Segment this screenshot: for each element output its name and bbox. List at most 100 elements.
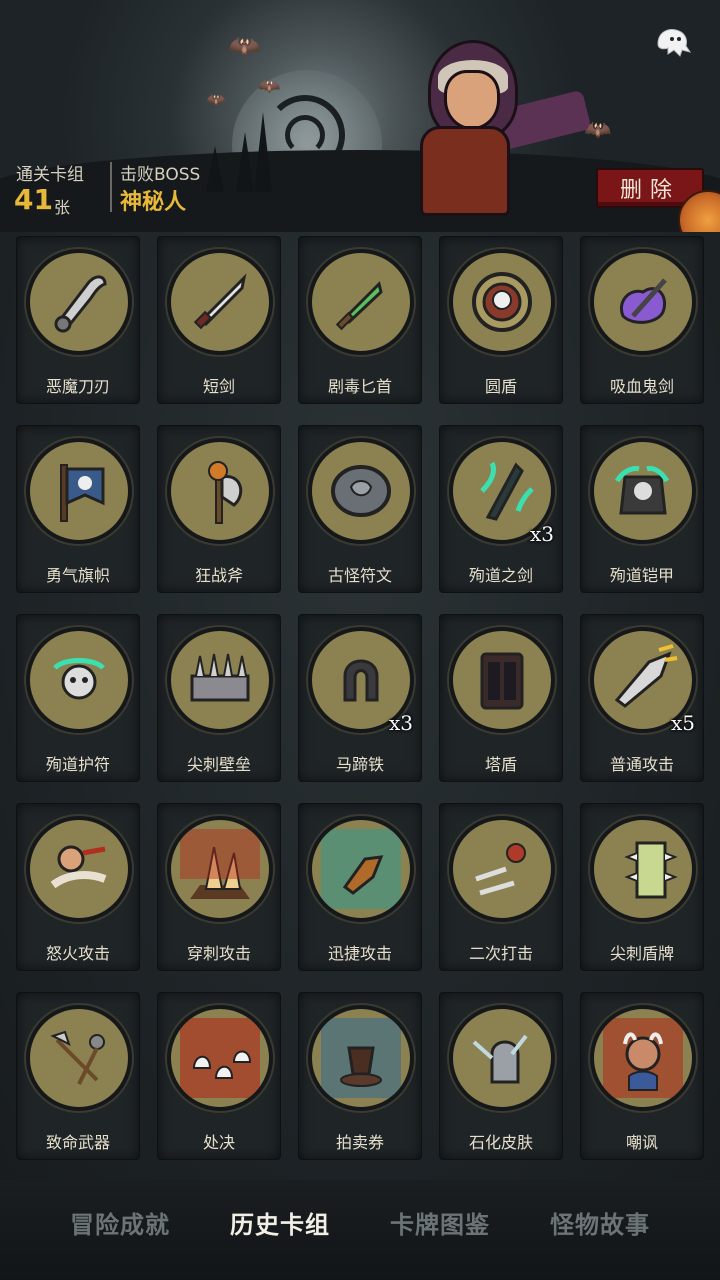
card-item[interactable]: 石化皮肤	[439, 992, 563, 1160]
card-item[interactable]: 尖刺盾牌	[580, 803, 704, 971]
card-name: 二次打击	[468, 944, 533, 963]
card-name: 尖刺盾牌	[609, 944, 674, 963]
bat-icon: 🦇	[206, 90, 226, 109]
nav-tab-2[interactable]: 卡牌图鉴	[390, 1205, 490, 1240]
nav-tab-3[interactable]: 怪物故事	[550, 1205, 650, 1240]
ghost-menu-button[interactable]	[650, 22, 694, 62]
card-count-badge: x3	[529, 522, 554, 546]
deck-count: 41	[14, 183, 53, 216]
card-count-badge: x3	[388, 711, 413, 735]
strange-rune-icon	[331, 465, 391, 517]
card-item[interactable]: 殉道护符	[16, 614, 140, 782]
card-name: 致命武器	[45, 1133, 110, 1152]
card-name: 嘲讽	[625, 1133, 658, 1152]
deck-label: 通关卡组	[16, 165, 84, 185]
card-art	[449, 627, 555, 733]
petrify-skin-icon	[472, 1034, 528, 1084]
card-name: 殉道护符	[45, 755, 110, 774]
nav-tab-0[interactable]: 冒险成就	[70, 1205, 170, 1240]
vampire-sword-icon	[620, 278, 667, 324]
card-art	[26, 627, 132, 733]
card-art	[26, 816, 132, 922]
tree-silhouette	[254, 112, 272, 192]
bat-icon: 🦇	[228, 32, 261, 62]
card-name: 殉道之剑	[468, 566, 533, 585]
card-item[interactable]: 二次打击	[439, 803, 563, 971]
card-name: 拍卖券	[335, 1133, 384, 1152]
card-name: 穿刺攻击	[186, 944, 251, 963]
boss-label: 击败BOSS	[120, 165, 201, 185]
normal-attack-icon	[614, 644, 678, 708]
card-count-badge: x5	[670, 711, 695, 735]
card-item[interactable]: 穿刺攻击	[157, 803, 281, 971]
card-item[interactable]: 古怪符文	[298, 425, 422, 593]
card-art	[449, 249, 555, 355]
card-name: 圆盾	[484, 377, 517, 396]
boss-name: 神秘人	[120, 190, 187, 215]
card-item[interactable]: 致命武器	[16, 992, 140, 1160]
card-item[interactable]: 拍卖券	[298, 992, 422, 1160]
card-name: 狂战斧	[194, 566, 243, 585]
bottom-nav: 冒险成就 历史卡组 卡牌图鉴 怪物故事	[0, 1180, 720, 1280]
spike-barrier-icon	[190, 653, 250, 702]
bat-icon: 🦇	[258, 76, 281, 97]
tree-silhouette	[236, 132, 254, 192]
card-item[interactable]: 吸血鬼剑	[580, 236, 704, 404]
card-art	[449, 816, 555, 922]
card-item[interactable]: 短剑	[157, 236, 281, 404]
card-grid: 恶魔刀刃 短剑 剧毒匕首 圆盾 吸血鬼剑勇气旗帜 狂战斧 古怪符文 殉道之剑 x3 殉道铠甲殉道护…	[16, 236, 704, 1180]
card-grid-scroll[interactable]: 恶魔刀刃 短剑 剧毒匕首 圆盾 吸血鬼剑勇气旗帜 狂战斧 古怪符文 殉道之剑 x3 殉道铠甲殉道护…	[0, 232, 720, 1180]
card-name: 石化皮肤	[468, 1133, 533, 1152]
card-art	[167, 816, 273, 922]
card-name: 吸血鬼剑	[609, 377, 674, 396]
card-art	[26, 249, 132, 355]
card-name: 剧毒匕首	[327, 377, 392, 396]
card-name: 马蹄铁	[335, 755, 384, 774]
card-art	[590, 1005, 696, 1111]
spike-shield-icon	[624, 841, 678, 899]
card-art	[308, 816, 414, 922]
card-art	[26, 438, 132, 544]
card-art	[26, 1005, 132, 1111]
card-item[interactable]: 殉道铠甲	[580, 425, 704, 593]
card-item[interactable]: 剧毒匕首	[298, 236, 422, 404]
card-item[interactable]: 塔盾	[439, 614, 563, 782]
card-name: 处决	[202, 1133, 235, 1152]
swift-attack-icon	[321, 829, 401, 909]
card-item[interactable]: 马蹄铁 x3	[298, 614, 422, 782]
nav-tab-1[interactable]: 历史卡组	[230, 1205, 330, 1240]
auction-ticket-icon	[321, 1018, 401, 1098]
card-item[interactable]: 迅捷攻击	[298, 803, 422, 971]
pierce-attack-icon	[180, 829, 260, 899]
spiral-inner-decoration	[285, 115, 325, 155]
card-item[interactable]: 圆盾	[439, 236, 563, 404]
martyr-armor-icon	[614, 466, 670, 515]
card-item[interactable]: 普通攻击 x5	[580, 614, 704, 782]
card-name: 塔盾	[484, 755, 517, 774]
card-item[interactable]: 恶魔刀刃	[16, 236, 140, 404]
card-item[interactable]: 尖刺壁垒	[157, 614, 281, 782]
card-art	[167, 1005, 273, 1111]
card-art	[167, 438, 273, 544]
card-art	[308, 438, 414, 544]
card-item[interactable]: 殉道之剑 x3	[439, 425, 563, 593]
card-item[interactable]: 勇气旗帜	[16, 425, 140, 593]
double-strike-icon	[475, 843, 526, 896]
card-item[interactable]: 怒火攻击	[16, 803, 140, 971]
card-art	[449, 1005, 555, 1111]
tower-shield-icon	[480, 652, 524, 710]
card-name: 怒火攻击	[45, 944, 110, 963]
courage-banner-icon	[60, 464, 105, 522]
card-art	[590, 816, 696, 922]
card-item[interactable]: 处决	[157, 992, 281, 1160]
card-art	[167, 627, 273, 733]
round-shield-icon	[472, 272, 532, 332]
ghost-icon	[657, 29, 692, 57]
berserker-axe-icon	[208, 461, 243, 524]
card-name: 迅捷攻击	[327, 944, 392, 963]
demon-blade-icon	[54, 275, 107, 333]
card-art	[308, 249, 414, 355]
card-item[interactable]: 狂战斧	[157, 425, 281, 593]
horseshoe-icon	[343, 659, 379, 702]
card-item[interactable]: 嘲讽	[580, 992, 704, 1160]
